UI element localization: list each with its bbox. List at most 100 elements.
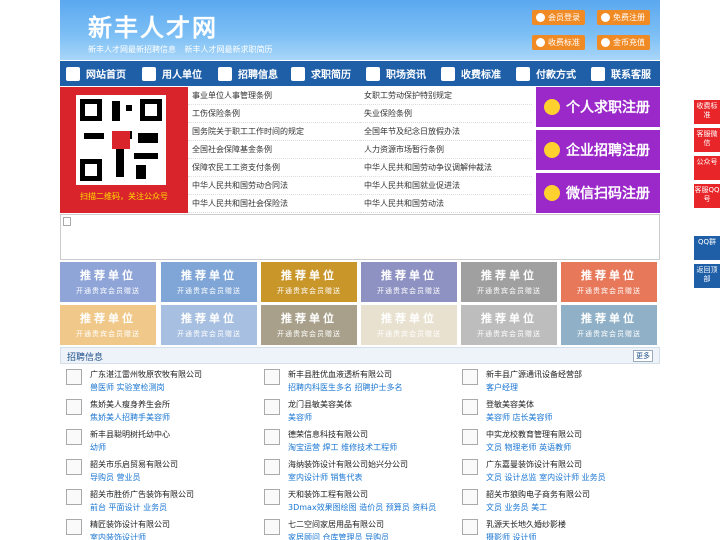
recommend-tile[interactable]: 推荐单位 开通贵宾会员赠送 <box>261 262 357 302</box>
company-name[interactable]: 焦娇美人瘦身养生会所 <box>90 399 170 410</box>
job-item[interactable]: 韶关市乐启贸易有限公司 导购员 营业员 <box>60 457 256 487</box>
company-name[interactable]: 天和装饰工程有限公司 <box>288 489 368 500</box>
latest-jobs-link[interactable]: 新丰人才网最新招聘信息 <box>88 45 176 54</box>
nav-employers[interactable]: 用人单位 <box>136 61 212 86</box>
job-positions[interactable]: 室内设计师 销售代表 <box>288 472 363 483</box>
recommend-tile[interactable]: 推荐单位 开通贵宾会员赠送 <box>60 262 156 302</box>
company-name[interactable]: 精匠装饰设计有限公司 <box>90 519 170 530</box>
regulation-link[interactable]: 中华人民共和国社会保险法 <box>188 195 360 213</box>
side-official-account[interactable]: 公众号 <box>694 156 720 180</box>
job-positions[interactable]: 美容师 <box>288 412 312 423</box>
recommend-tile[interactable]: 推荐单位 开通贵宾会员赠送 <box>561 262 657 302</box>
side-service-qq[interactable]: 客服QQ号 <box>694 184 720 208</box>
job-item[interactable]: 龙门县敏美容美体 美容师 <box>258 397 454 427</box>
fee-button[interactable]: 收费标准 <box>532 35 585 50</box>
company-name[interactable]: 乳源天长地久婚纱影楼 <box>486 519 566 530</box>
company-name[interactable]: 德荣信息科技有限公司 <box>288 429 368 440</box>
job-positions[interactable]: 文员 设计总监 室内设计师 业务员 <box>486 472 606 483</box>
job-positions[interactable]: 前台 平面设计 业务员 <box>90 502 167 513</box>
company-name[interactable]: 韶关市狼购电子商务有限公司 <box>486 489 590 500</box>
recommend-tile[interactable]: 推荐单位 开通贵宾会员赠送 <box>261 305 357 345</box>
job-positions[interactable]: 文员 物理老师 英语教师 <box>486 442 571 453</box>
regulation-link[interactable]: 全国年节及纪念日放假办法 <box>360 123 532 141</box>
job-positions[interactable]: 美容师 店长美容师 <box>486 412 553 423</box>
company-name[interactable]: 新丰县广源通讯设备经营部 <box>486 369 582 380</box>
company-name[interactable]: 登敏美容美体 <box>486 399 534 410</box>
recommend-tile[interactable]: 推荐单位 开通贵宾会员赠送 <box>561 305 657 345</box>
side-qq-group[interactable]: QQ群 <box>694 236 720 260</box>
nav-contact[interactable]: 联系客服 <box>585 61 660 86</box>
regulation-link[interactable]: 失业保险条例 <box>360 105 532 123</box>
company-name[interactable]: 广东湛江雷州牧原农牧有限公司 <box>90 369 202 380</box>
job-item[interactable]: 焦娇美人瘦身养生会所 焦娇美人招聘手美容师 <box>60 397 256 427</box>
personal-register-button[interactable]: 个人求职注册 <box>536 87 660 127</box>
ad-banner[interactable] <box>60 214 660 260</box>
job-positions[interactable]: 幼师 <box>90 442 106 453</box>
job-item[interactable]: 新丰县胜优血液透析有限公司 招聘内科医生多名 招聘护士多名 <box>258 367 454 397</box>
job-positions[interactable]: 室内装饰设计师 <box>90 532 146 540</box>
job-item[interactable]: 韶关市狼购电子商务有限公司 文员 业务员 美工 <box>456 487 652 517</box>
qr-banner[interactable]: 扫描二维码，关注公众号 <box>60 87 188 213</box>
job-item[interactable]: 精匠装饰设计有限公司 室内装饰设计师 <box>60 517 256 540</box>
nav-jobs[interactable]: 招聘信息 <box>212 61 285 86</box>
job-item[interactable]: 乳源天长地久婚纱影楼 摄影师 设计师 <box>456 517 652 540</box>
job-item[interactable]: 新丰县聪明树托幼中心 幼师 <box>60 427 256 457</box>
recommend-tile[interactable]: 推荐单位 开通贵宾会员赠送 <box>361 262 457 302</box>
regulation-link[interactable]: 工伤保险条例 <box>188 105 360 123</box>
job-item[interactable]: 中实龙校教育管理有限公司 文员 物理老师 英语教师 <box>456 427 652 457</box>
site-logo[interactable]: 新丰人才网 <box>88 8 218 43</box>
job-positions[interactable]: 导购员 营业员 <box>90 472 141 483</box>
jobs-more-link[interactable]: 更多 <box>633 350 653 362</box>
recommend-tile[interactable]: 推荐单位 开通贵宾会员赠送 <box>461 305 557 345</box>
side-fee[interactable]: 收费标准 <box>694 100 720 124</box>
regulation-link[interactable]: 中华人民共和国劳动争议调解仲裁法 <box>360 159 532 177</box>
company-name[interactable]: 新丰县胜优血液透析有限公司 <box>288 369 392 380</box>
job-item[interactable]: 登敏美容美体美容师 店长美容师 <box>456 397 652 427</box>
nav-home[interactable]: 网站首页 <box>60 61 136 86</box>
job-item[interactable]: 广东嘉曼装饰设计有限公司文员 设计总监 室内设计师 业务员 <box>456 457 652 487</box>
job-positions[interactable]: 3Dmax效果图绘图 造价员 预算员 资料员 <box>288 502 436 513</box>
recommend-tile[interactable]: 推荐单位 开通贵宾会员赠送 <box>161 305 257 345</box>
nav-news[interactable]: 职场资讯 <box>360 61 435 86</box>
recommend-tile[interactable]: 推荐单位 开通贵宾会员赠送 <box>161 262 257 302</box>
job-positions[interactable]: 摄影师 设计师 <box>486 532 537 540</box>
job-item[interactable]: 天和装饰工程有限公司 3Dmax效果图绘图 造价员 预算员 资料员 <box>258 487 454 517</box>
regulation-link[interactable]: 中华人民共和国劳动合同法 <box>188 177 360 195</box>
job-positions[interactable]: 文员 业务员 美工 <box>486 502 547 513</box>
job-positions[interactable]: 客户经理 <box>486 382 518 393</box>
regulation-link[interactable]: 中华人民共和国劳动法 <box>360 195 532 213</box>
job-positions[interactable]: 焦娇美人招聘手美容师 <box>90 412 170 423</box>
company-name[interactable]: 海纳装饰设计有限公司始兴分公司 <box>288 459 408 470</box>
job-positions[interactable]: 兽医师 实验室检测岗 <box>90 382 165 393</box>
nav-payment[interactable]: 付款方式 <box>510 61 585 86</box>
job-item[interactable]: 广东湛江雷州牧原农牧有限公司 兽医师 实验室检测岗 <box>60 367 256 397</box>
job-item[interactable]: 韶关市胜侨广告装饰有限公司 前台 平面设计 业务员 <box>60 487 256 517</box>
job-positions[interactable]: 家居顾问 仓库管理员 导购员 <box>288 532 389 540</box>
wechat-register-button[interactable]: 微信扫码注册 <box>536 173 660 213</box>
regulation-link[interactable]: 中华人民共和国就业促进法 <box>360 177 532 195</box>
company-name[interactable]: 新丰县聪明树托幼中心 <box>90 429 170 440</box>
recommend-tile[interactable]: 推荐单位 开通贵宾会员赠送 <box>60 305 156 345</box>
company-name[interactable]: 韶关市胜侨广告装饰有限公司 <box>90 489 194 500</box>
company-name[interactable]: 中实龙校教育管理有限公司 <box>486 429 582 440</box>
company-name[interactable]: 广东嘉曼装饰设计有限公司 <box>486 459 582 470</box>
register-button[interactable]: 免费注册 <box>597 10 650 25</box>
regulation-link[interactable]: 保障农民工工资支付条例 <box>188 159 360 177</box>
recommend-tile[interactable]: 推荐单位 开通贵宾会员赠送 <box>461 262 557 302</box>
company-name[interactable]: 韶关市乐启贸易有限公司 <box>90 459 178 470</box>
company-name[interactable]: 龙门县敏美容美体 <box>288 399 352 410</box>
latest-resumes-link[interactable]: 新丰人才网最新求职简历 <box>185 45 273 54</box>
job-item[interactable]: 德荣信息科技有限公司淘宝运营 焊工 维修技术工程师 <box>258 427 454 457</box>
side-service-wechat[interactable]: 客服微信 <box>694 128 720 152</box>
job-item[interactable]: 新丰县广源通讯设备经营部 客户经理 <box>456 367 652 397</box>
job-positions[interactable]: 淘宝运营 焊工 维修技术工程师 <box>288 442 397 453</box>
regulation-link[interactable]: 女职工劳动保护特别规定 <box>360 87 532 105</box>
company-name[interactable]: 七二空间家居用品有限公司 <box>288 519 384 530</box>
side-back-to-top[interactable]: 返回顶部 <box>694 264 720 288</box>
regulation-link[interactable]: 人力资源市场暂行条例 <box>360 141 532 159</box>
regulation-link[interactable]: 国务院关于职工工作时间的规定 <box>188 123 360 141</box>
job-positions[interactable]: 招聘内科医生多名 招聘护士多名 <box>288 382 403 393</box>
recharge-button[interactable]: 金币充值 <box>597 35 650 50</box>
nav-resumes[interactable]: 求职简历 <box>285 61 360 86</box>
recommend-tile[interactable]: 推荐单位 开通贵宾会员赠送 <box>361 305 457 345</box>
